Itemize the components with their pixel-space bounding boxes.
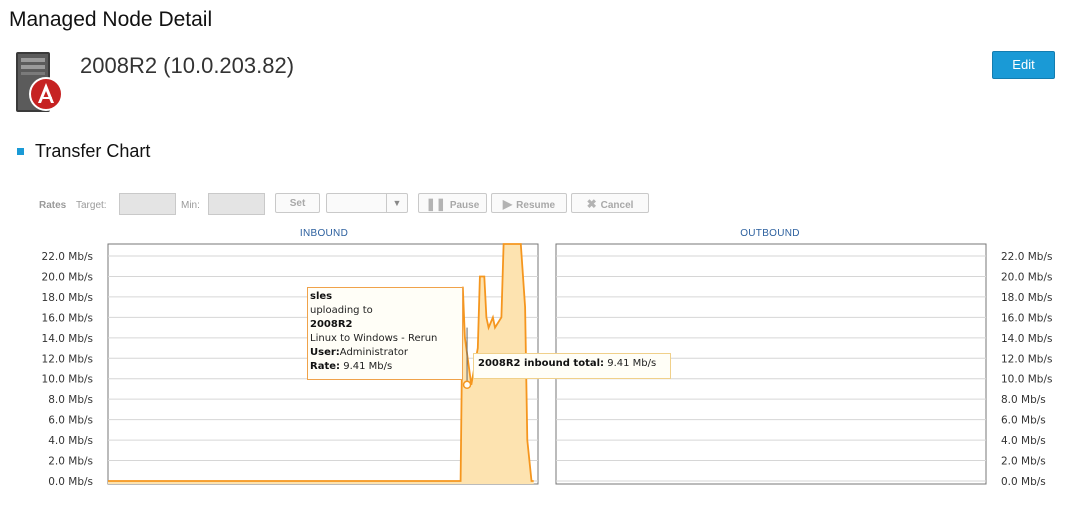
server-node-icon: [16, 52, 63, 112]
cancel-label: Cancel: [600, 200, 634, 211]
outbound-y-tick-label: 2.0 Mb/s: [1001, 456, 1046, 468]
inbound-y-tick-label: 4.0 Mb/s: [48, 435, 93, 447]
page-title: Managed Node Detail: [9, 8, 213, 31]
transfer-tooltip: sles uploading to 2008R2 Linux to Window…: [307, 287, 463, 380]
outbound-y-tick-label: 22.0 Mb/s: [1001, 251, 1052, 263]
tooltip-total-value: 9.41 Mb/s: [607, 358, 657, 369]
inbound-y-tick-label: 2.0 Mb/s: [48, 456, 93, 468]
min-label: Min:: [181, 200, 200, 211]
chevron-down-icon: ▼: [386, 194, 407, 212]
inbound-y-tick-label: 0.0 Mb/s: [48, 476, 93, 488]
play-icon: ▶: [502, 197, 513, 211]
set-button[interactable]: Set: [275, 193, 320, 213]
inbound-total-tooltip: 2008R2 inbound total: 9.41 Mb/s: [473, 353, 671, 379]
inbound-y-tick-label: 10.0 Mb/s: [42, 374, 93, 386]
tooltip-user-name: sles: [310, 291, 333, 302]
tooltip-rate: Rate: 9.41 Mb/s: [310, 361, 393, 372]
hover-point-marker: [462, 380, 472, 390]
outbound-y-tick-label: 16.0 Mb/s: [1001, 312, 1052, 324]
tooltip-job: Linux to Windows - Rerun: [310, 333, 438, 344]
inbound-y-tick-label: 20.0 Mb/s: [42, 271, 93, 283]
rates-label: Rates: [39, 200, 67, 211]
outbound-y-tick-label: 12.0 Mb/s: [1001, 353, 1052, 365]
close-icon: ✖: [586, 197, 597, 211]
rate-select[interactable]: ▼: [326, 193, 408, 213]
outbound-y-tick-label: 6.0 Mb/s: [1001, 415, 1046, 427]
outbound-y-tick-label: 0.0 Mb/s: [1001, 476, 1046, 488]
pause-button[interactable]: ❚❚ Pause: [418, 193, 487, 213]
pause-label: Pause: [449, 200, 480, 211]
outbound-y-tick-label: 14.0 Mb/s: [1001, 333, 1052, 345]
outbound-y-tick-label: 18.0 Mb/s: [1001, 292, 1052, 304]
outbound-y-tick-label: 4.0 Mb/s: [1001, 435, 1046, 447]
section-title: Transfer Chart: [35, 141, 151, 161]
inbound-y-tick-label: 6.0 Mb/s: [48, 415, 93, 427]
section-bullet: [17, 148, 24, 155]
outbound-y-tick-label: 10.0 Mb/s: [1001, 374, 1052, 386]
resume-button[interactable]: ▶ Resume: [491, 193, 567, 213]
inbound-chart: 22.0 Mb/s 20.0 Mb/s 18.0 Mb/s 16.0 Mb/s 14.0…: [42, 243, 539, 488]
target-label: Target:: [76, 200, 107, 211]
target-rate-input[interactable]: [119, 193, 176, 215]
tooltip-total-label: 2008R2 inbound total:: [478, 358, 605, 369]
pause-icon: ❚❚: [425, 197, 446, 211]
node-title: 2008R2 (10.0.203.82): [80, 53, 295, 78]
tooltip-action: uploading to: [310, 305, 373, 316]
inbound-y-tick-label: 22.0 Mb/s: [42, 251, 93, 263]
resume-label: Resume: [516, 200, 556, 211]
min-rate-input[interactable]: [208, 193, 265, 215]
tooltip-user: User:Administrator: [310, 347, 408, 358]
inbound-y-tick-label: 18.0 Mb/s: [42, 292, 93, 304]
inbound-y-tick-label: 14.0 Mb/s: [42, 333, 93, 345]
inbound-y-tick-label: 8.0 Mb/s: [48, 394, 93, 406]
outbound-y-tick-label: 8.0 Mb/s: [1001, 394, 1046, 406]
inbound-y-tick-label: 12.0 Mb/s: [42, 353, 93, 365]
inbound-y-tick-label: 16.0 Mb/s: [42, 312, 93, 324]
cancel-button[interactable]: ✖ Cancel: [571, 193, 649, 213]
outbound-y-tick-label: 20.0 Mb/s: [1001, 271, 1052, 283]
edit-button[interactable]: Edit: [992, 51, 1055, 79]
tooltip-target: 2008R2: [310, 319, 353, 330]
